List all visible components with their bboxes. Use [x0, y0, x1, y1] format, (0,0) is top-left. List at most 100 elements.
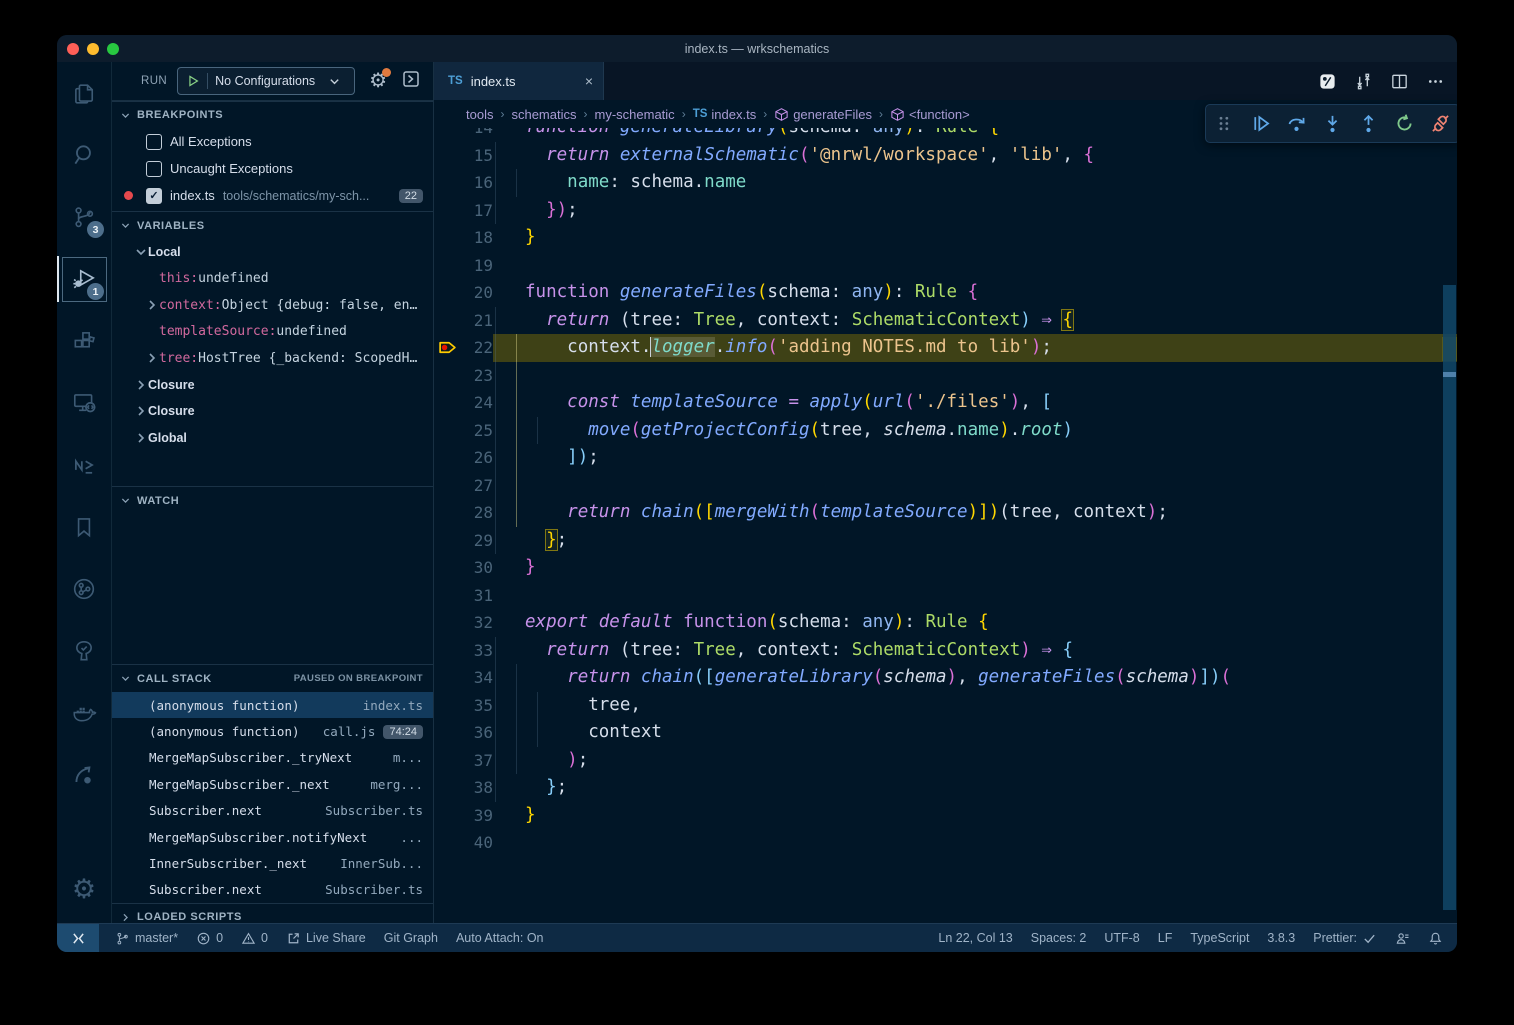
statusbar-indentation[interactable]: Spaces: 2 — [1031, 931, 1087, 945]
code-text[interactable]: move(getProjectConfig(tree, schema.name)… — [493, 417, 1457, 445]
gutter[interactable] — [434, 692, 460, 720]
statusbar-cursor-position[interactable]: Ln 22, Col 13 — [938, 931, 1012, 945]
call-stack-frame[interactable]: MergeMapSubscriber.notifyNext... — [112, 824, 433, 850]
code-text[interactable]: } — [493, 224, 1457, 252]
gutter[interactable] — [434, 334, 460, 362]
variable-row[interactable]: templateSource: undefined — [112, 319, 433, 346]
code-text[interactable]: function generateFiles(schema: any): Rul… — [493, 279, 1457, 307]
line-number[interactable]: 34 — [460, 664, 493, 692]
gutter[interactable] — [434, 279, 460, 307]
code-line[interactable]: 33 return (tree: Tree, context: Schemati… — [434, 637, 1457, 665]
variable-row[interactable]: context: Object {debug: false, en… — [112, 292, 433, 319]
breakpoint-row[interactable]: All Exceptions — [112, 128, 433, 155]
gutter[interactable] — [434, 128, 460, 142]
line-number[interactable]: 33 — [460, 637, 493, 665]
code-text[interactable] — [493, 252, 1457, 280]
remote-indicator[interactable] — [57, 924, 99, 952]
variable-row[interactable]: Closure — [112, 372, 433, 399]
activity-item-remote-explorer[interactable] — [57, 372, 111, 434]
line-number[interactable]: 36 — [460, 719, 493, 747]
call-stack-section-header[interactable]: CALL STACK PAUSED ON BREAKPOINT — [112, 664, 433, 692]
statusbar-errors[interactable]: 0 — [196, 931, 223, 946]
gutter[interactable] — [434, 472, 460, 500]
gutter[interactable] — [434, 527, 460, 555]
gutter[interactable] — [434, 802, 460, 830]
gutter[interactable] — [434, 417, 460, 445]
breadcrumb-item[interactable]: <function> — [890, 107, 970, 122]
breakpoint-checkbox[interactable] — [146, 161, 162, 177]
activity-item-bookmarks[interactable] — [57, 496, 111, 558]
code-text[interactable]: export default function(schema: any): Ru… — [493, 609, 1457, 637]
statusbar-prettier[interactable]: Prettier: — [1313, 931, 1377, 946]
activity-item-git-graph[interactable] — [57, 558, 111, 620]
gutter[interactable] — [434, 169, 460, 197]
statusbar-ts-version[interactable]: 3.8.3 — [1267, 931, 1295, 945]
scrollbar-thumb[interactable] — [1443, 285, 1456, 910]
code-line[interactable]: 27 — [434, 472, 1457, 500]
variable-row[interactable]: tree: HostTree {_backend: ScopedH… — [112, 345, 433, 372]
chevron-right-icon[interactable] — [134, 404, 148, 418]
gitlens-annotate-icon[interactable] — [1318, 72, 1337, 91]
code-text[interactable]: return (tree: Tree, context: SchematicCo… — [493, 637, 1457, 665]
breakpoint-row[interactable]: Uncaught Exceptions — [112, 155, 433, 182]
gutter[interactable] — [434, 554, 460, 582]
activity-item-settings[interactable]: ⚙ — [57, 861, 111, 917]
code-line[interactable]: 28 return chain([mergeWith(templateSourc… — [434, 499, 1457, 527]
loaded-scripts-section-header[interactable]: LOADED SCRIPTS — [112, 903, 433, 923]
code-text[interactable]: }; — [493, 774, 1457, 802]
code-line[interactable]: 19 — [434, 252, 1457, 280]
tab-index-ts[interactable]: TS index.ts × — [434, 62, 604, 100]
code-line[interactable]: 18} — [434, 224, 1457, 252]
statusbar-live-share[interactable]: Live Share — [286, 931, 366, 946]
code-text[interactable] — [493, 582, 1457, 610]
code-line[interactable]: 36 context — [434, 719, 1457, 747]
code-line[interactable]: 25 move(getProjectConfig(tree, schema.na… — [434, 417, 1457, 445]
breadcrumb-item[interactable]: tools — [466, 107, 493, 122]
gutter[interactable] — [434, 637, 460, 665]
variable-row[interactable]: Local — [112, 239, 433, 266]
code-text[interactable]: return chain([mergeWith(templateSource)]… — [493, 499, 1457, 527]
breadcrumb-item[interactable]: TSindex.ts — [693, 107, 757, 122]
line-number[interactable]: 37 — [460, 747, 493, 775]
call-stack-frame[interactable]: MergeMapSubscriber._tryNextm... — [112, 745, 433, 771]
split-editor-icon[interactable] — [1390, 72, 1409, 91]
code-text[interactable]: return chain([generateLibrary(schema), g… — [493, 664, 1457, 692]
gutter[interactable] — [434, 582, 460, 610]
line-number[interactable]: 28 — [460, 499, 493, 527]
code-text[interactable]: ); — [493, 747, 1457, 775]
breadcrumb-item[interactable]: schematics — [511, 107, 576, 122]
gutter[interactable] — [434, 609, 460, 637]
variables-section-header[interactable]: VARIABLES — [112, 211, 433, 239]
step-over-icon[interactable] — [1286, 113, 1307, 134]
breadcrumb-item[interactable]: generateFiles — [774, 107, 872, 122]
breadcrumb-item[interactable]: my-schematic — [595, 107, 675, 122]
code-line[interactable]: 21 return (tree: Tree, context: Schemati… — [434, 307, 1457, 335]
disconnect-icon[interactable] — [1430, 113, 1451, 134]
code-line[interactable]: 15 return externalSchematic('@nrwl/works… — [434, 142, 1457, 170]
code-text[interactable]: tree, — [493, 692, 1457, 720]
line-number[interactable]: 40 — [460, 829, 493, 857]
line-number[interactable]: 39 — [460, 802, 493, 830]
gutter[interactable] — [434, 224, 460, 252]
code-text[interactable]: context.logger.info('adding NOTES.md to … — [493, 334, 1457, 362]
line-number[interactable]: 21 — [460, 307, 493, 335]
statusbar-eol[interactable]: LF — [1158, 931, 1173, 945]
line-number[interactable]: 38 — [460, 774, 493, 802]
line-number[interactable]: 32 — [460, 609, 493, 637]
code-text[interactable]: } — [493, 802, 1457, 830]
code-line[interactable]: 29 }; — [434, 527, 1457, 555]
code-line[interactable]: 23 — [434, 362, 1457, 390]
gutter[interactable] — [434, 499, 460, 527]
launch-configuration-dropdown[interactable]: No Configurations — [177, 67, 355, 95]
debug-console-icon[interactable] — [401, 69, 421, 94]
code-line[interactable]: 16 name: schema.name — [434, 169, 1457, 197]
line-number[interactable]: 24 — [460, 389, 493, 417]
more-actions-icon[interactable] — [1426, 72, 1445, 91]
gutter[interactable] — [434, 664, 460, 692]
statusbar-auto-attach[interactable]: Auto Attach: On — [456, 931, 544, 945]
compare-changes-icon[interactable] — [1354, 72, 1373, 91]
code-line[interactable]: 38 }; — [434, 774, 1457, 802]
statusbar-warnings[interactable]: 0 — [241, 931, 268, 946]
activity-item-extensions[interactable] — [57, 310, 111, 372]
code-text[interactable] — [493, 472, 1457, 500]
